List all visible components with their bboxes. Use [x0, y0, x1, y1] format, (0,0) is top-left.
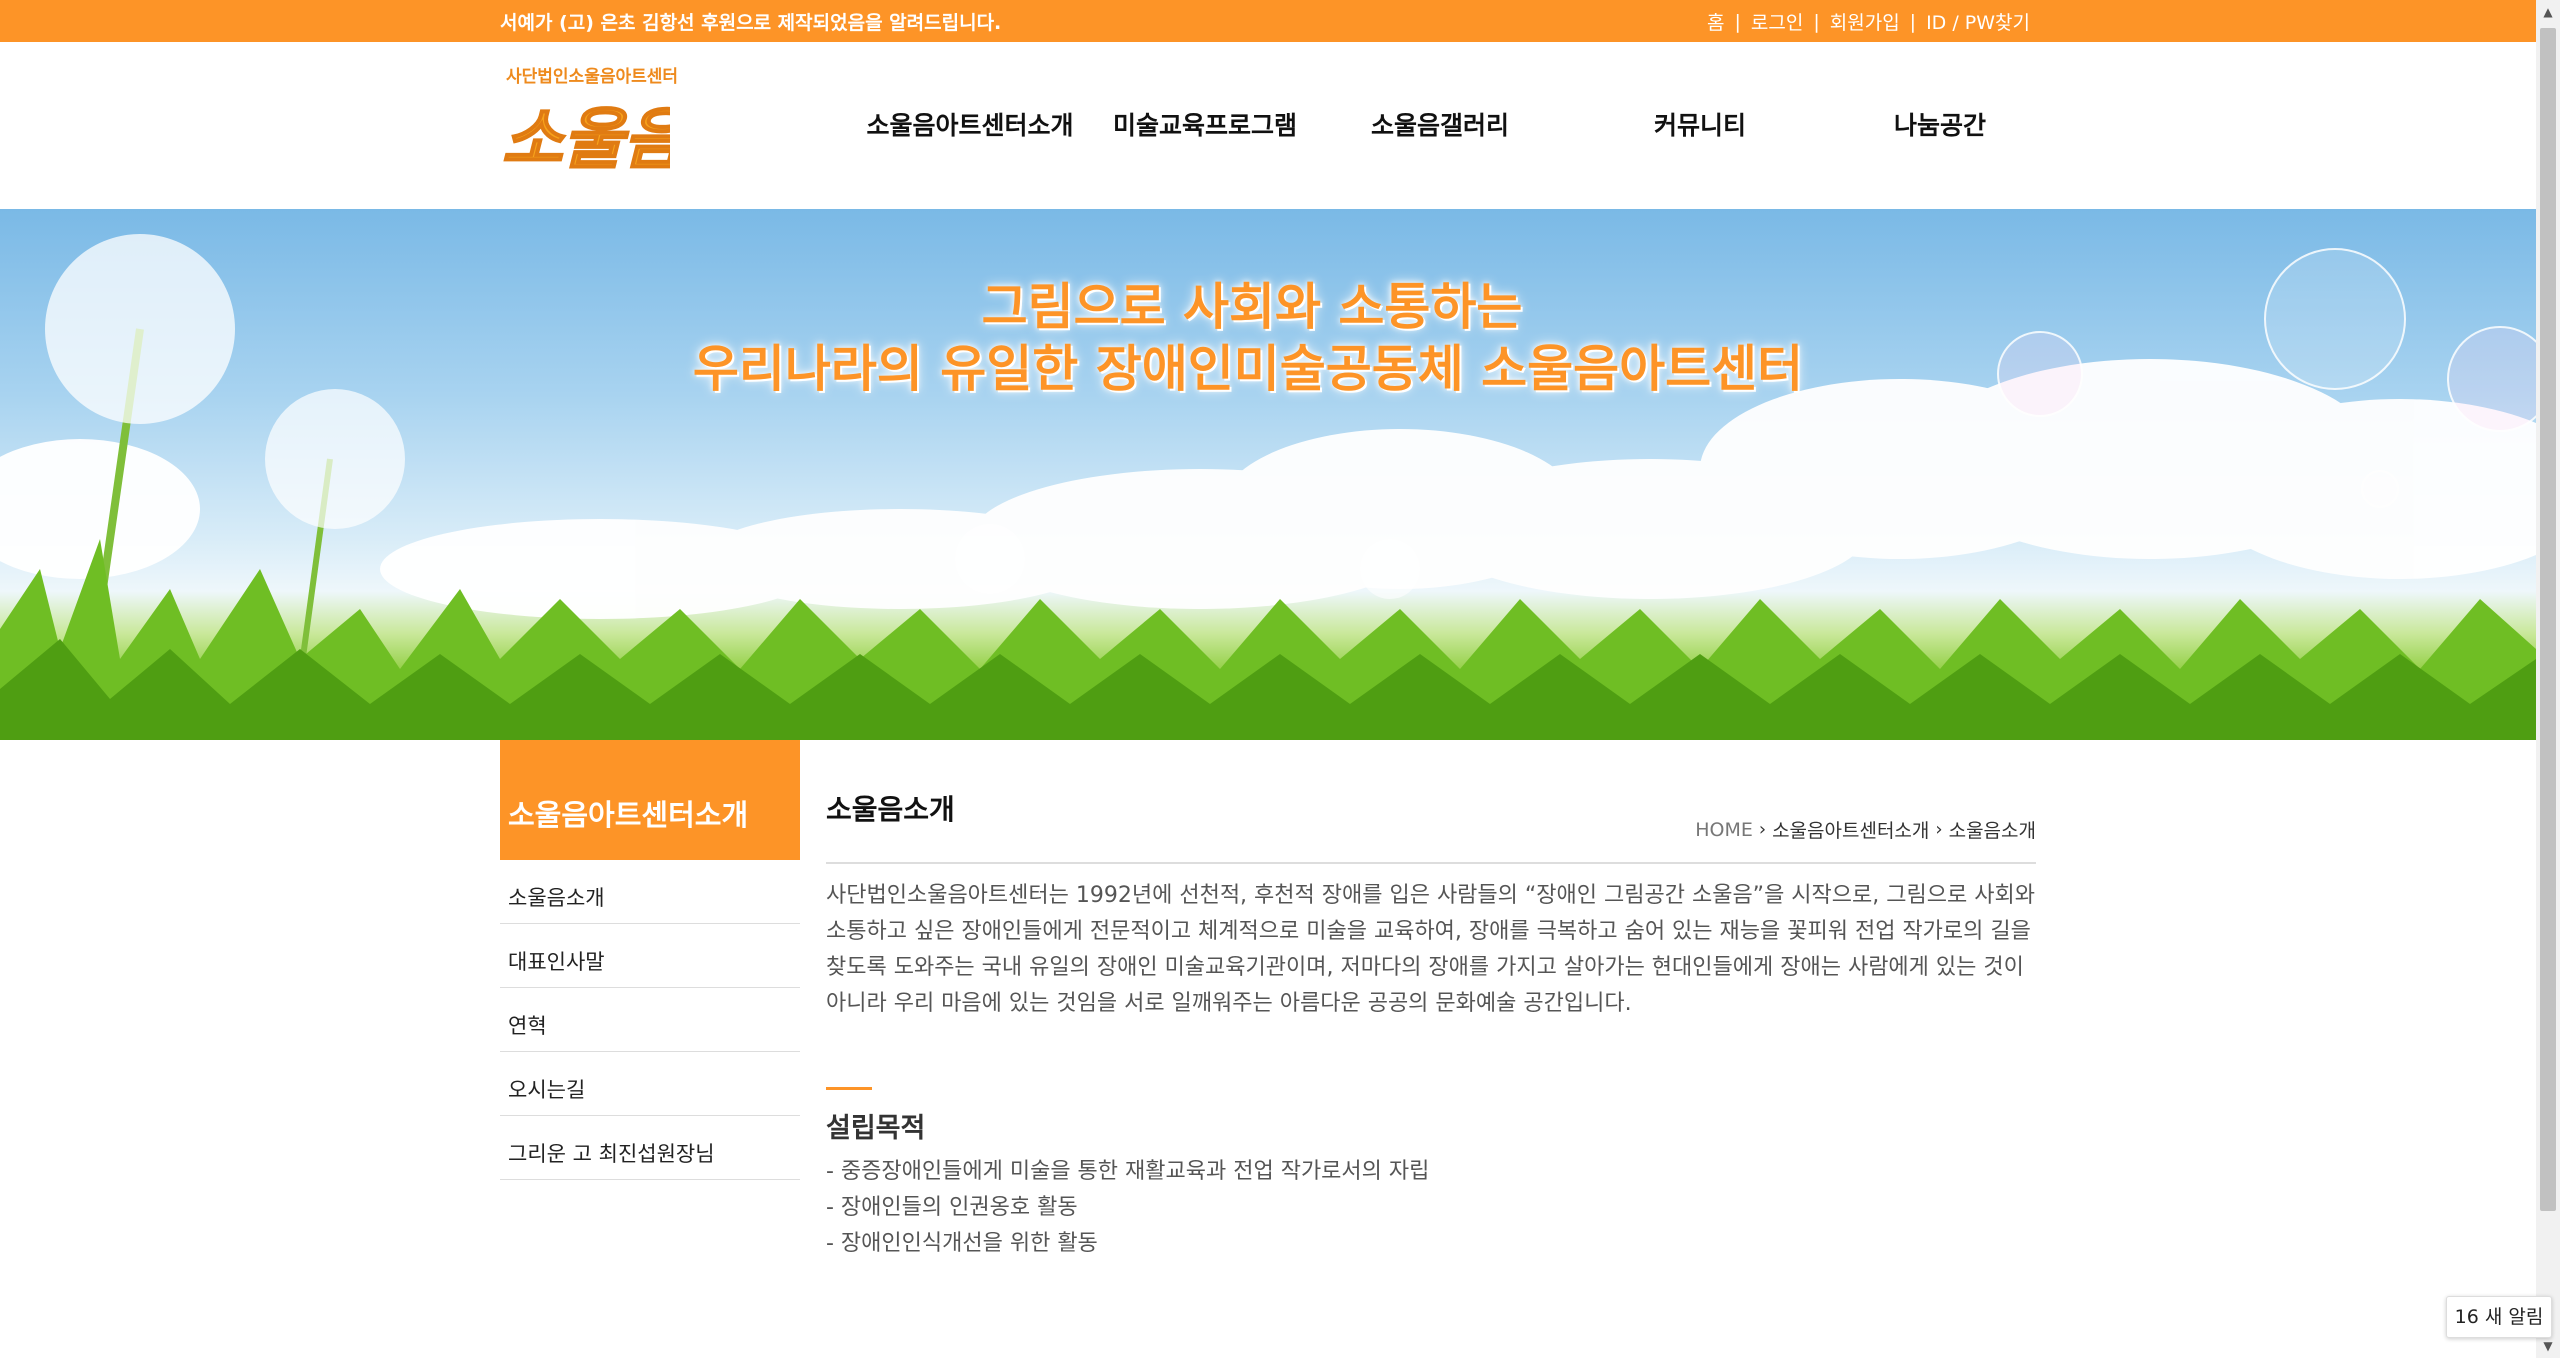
scrollbar-thumb[interactable] — [2540, 28, 2556, 1211]
breadcrumb-home[interactable]: HOME — [1695, 819, 1753, 841]
separator: | — [1909, 10, 1917, 33]
chevron-right-icon: › — [1935, 819, 1943, 840]
section-accent-bar — [826, 1087, 872, 1090]
site-logo[interactable]: 사단법인소울음아트센터 소울음 — [500, 62, 678, 187]
site-header: 사단법인소울음아트센터 소울음 소울음아트센터소개 미술교육프로그램 소울음갤러… — [0, 42, 2536, 209]
nav-item-education[interactable]: 미술교육프로그램 — [1090, 106, 1320, 142]
separator: | — [1813, 10, 1820, 33]
page-title: 소울음소개 — [826, 793, 955, 826]
notification-badge[interactable]: 16 새 알림 — [2446, 1296, 2552, 1338]
title-divider — [826, 862, 2036, 864]
signup-link[interactable]: 회원가입 — [1830, 8, 1900, 35]
home-link[interactable]: 홈 — [1707, 8, 1724, 35]
list-item: - 장애인들의 인권옹호 활동 — [826, 1195, 1078, 1220]
find-id-pw-link[interactable]: ID / PW찾기 — [1926, 8, 2030, 35]
page-scrollbar[interactable]: ▲ ▼ — [2536, 0, 2560, 1358]
separator: | — [1734, 10, 1741, 33]
side-nav-item-intro[interactable]: 소울음소개 — [500, 860, 800, 924]
nav-item-community[interactable]: 커뮤니티 — [1560, 106, 1840, 142]
side-nav-item-greeting[interactable]: 대표인사말 — [500, 924, 800, 988]
breadcrumb-current: 소울음소개 — [1948, 820, 2036, 842]
main-navigation: 소울음아트센터소개 미술교육프로그램 소울음갤러리 커뮤니티 나눔공간 — [850, 106, 2040, 142]
nav-item-gallery[interactable]: 소울음갤러리 — [1320, 106, 1560, 142]
nav-item-sharing[interactable]: 나눔공간 — [1840, 106, 2040, 142]
section-title: 설립목적 — [826, 1113, 926, 1144]
logo-text: 소울음 — [502, 100, 670, 178]
logo-org-name: 사단법인소울음아트센터 — [506, 67, 679, 87]
utility-links: 홈 | 로그인 | 회원가입 | ID / PW찾기 — [1707, 8, 2030, 35]
logo-mark: 소울음 — [501, 99, 670, 179]
scroll-up-arrow-icon[interactable]: ▲ — [2536, 0, 2560, 24]
sponsor-notice: 서예가 (고) 은초 김항선 후원으로 제작되었음을 알려드립니다. — [500, 12, 1002, 34]
side-nav-item-memorial[interactable]: 그리운 고 최진섭원장님 — [500, 1116, 800, 1180]
login-link[interactable]: 로그인 — [1751, 8, 1803, 35]
side-nav-item-directions[interactable]: 오시는길 — [500, 1052, 800, 1116]
top-notice-bar: 서예가 (고) 은초 김항선 후원으로 제작되었음을 알려드립니다. 홈 | 로… — [0, 0, 2536, 42]
purpose-list: - 중증장애인들에게 미술을 통한 재활교육과 전업 작가로서의 자립 - 장애… — [826, 1154, 1429, 1262]
hero-banner: 그림으로 사회와 소통하는 우리나라의 유일한 장애인미술공동체 소울음아트센터 — [0, 209, 2536, 740]
side-navigation: 소울음아트센터소개 소울음소개 대표인사말 연혁 오시는길 그리운 고 최진섭원… — [500, 740, 800, 1180]
intro-paragraph: 사단법인소울음아트센터는 1992년에 선천적, 후천적 장애를 입은 사람들의… — [826, 883, 2035, 1016]
side-nav-item-history[interactable]: 연혁 — [500, 988, 800, 1052]
hero-slogan-line2: 우리나라의 유일한 장애인미술공동체 소울음아트센터 — [692, 340, 1804, 398]
breadcrumb-section[interactable]: 소울음아트센터소개 — [1772, 816, 1929, 843]
list-item: - 장애인인식개선을 위한 활동 — [826, 1231, 1098, 1256]
chevron-right-icon: › — [1758, 819, 1767, 840]
nav-item-about[interactable]: 소울음아트센터소개 — [850, 106, 1090, 142]
side-nav-title: 소울음아트센터소개 — [500, 740, 800, 860]
list-item: - 중증장애인들에게 미술을 통한 재활교육과 전업 작가로서의 자립 — [826, 1159, 1430, 1184]
breadcrumb: HOME › 소울음아트센터소개 › 소울음소개 — [1695, 816, 2036, 843]
